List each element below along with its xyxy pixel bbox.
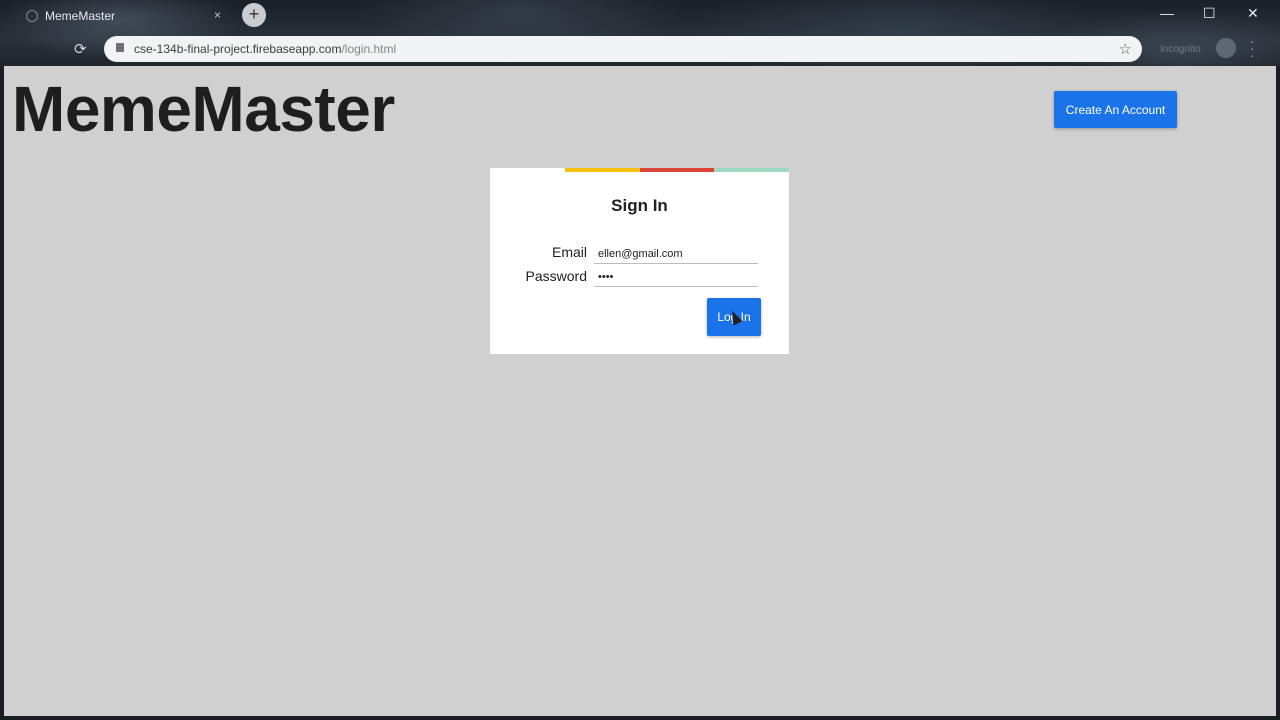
incognito-label: Incognito xyxy=(1160,44,1201,55)
password-label: Password xyxy=(525,268,587,284)
url-path: /login.html xyxy=(341,42,397,56)
tab-close-icon[interactable]: × xyxy=(214,8,221,22)
lock-icon[interactable] xyxy=(116,43,124,52)
address-bar[interactable]: cse-134b-final-project.firebaseapp.com/l… xyxy=(104,36,1142,62)
email-field[interactable] xyxy=(594,244,758,264)
maximize-icon[interactable]: ☐ xyxy=(1203,5,1216,22)
create-account-button[interactable]: Create An Account xyxy=(1054,91,1177,128)
url-text[interactable]: cse-134b-final-project.firebaseapp.com/l… xyxy=(134,42,396,56)
app-title: MemeMaster xyxy=(12,73,395,145)
password-field[interactable] xyxy=(594,267,758,287)
close-icon[interactable]: ✕ xyxy=(1247,5,1259,22)
new-tab-button[interactable]: + xyxy=(242,3,266,27)
profile-avatar-icon[interactable] xyxy=(1216,38,1236,58)
globe-icon xyxy=(26,10,38,22)
stripe-segment xyxy=(490,168,565,172)
stripe-segment xyxy=(564,168,640,172)
signin-title: Sign In xyxy=(611,196,668,215)
stripe-segment xyxy=(714,168,789,172)
browser-chrome: MemeMaster × + — ☐ ✕ ⟳ cse-134b-final-pr… xyxy=(0,0,1280,66)
signin-card: Sign In Email Password Log In xyxy=(490,168,789,354)
browser-tab[interactable]: MemeMaster × xyxy=(6,2,236,30)
bookmark-star-icon[interactable]: ☆ xyxy=(1119,40,1132,58)
page-content: MemeMaster Create An Account Sign In Ema… xyxy=(4,66,1276,716)
reload-icon[interactable]: ⟳ xyxy=(74,40,87,58)
stripe-segment xyxy=(639,168,715,172)
url-host: cse-134b-final-project.firebaseapp.com xyxy=(134,42,342,56)
tab-title: MemeMaster xyxy=(45,9,116,23)
menu-dots-icon[interactable]: · · · xyxy=(1250,34,1255,62)
minimize-icon[interactable]: — xyxy=(1160,5,1174,21)
email-label: Email xyxy=(551,244,587,260)
color-stripe xyxy=(490,168,789,172)
